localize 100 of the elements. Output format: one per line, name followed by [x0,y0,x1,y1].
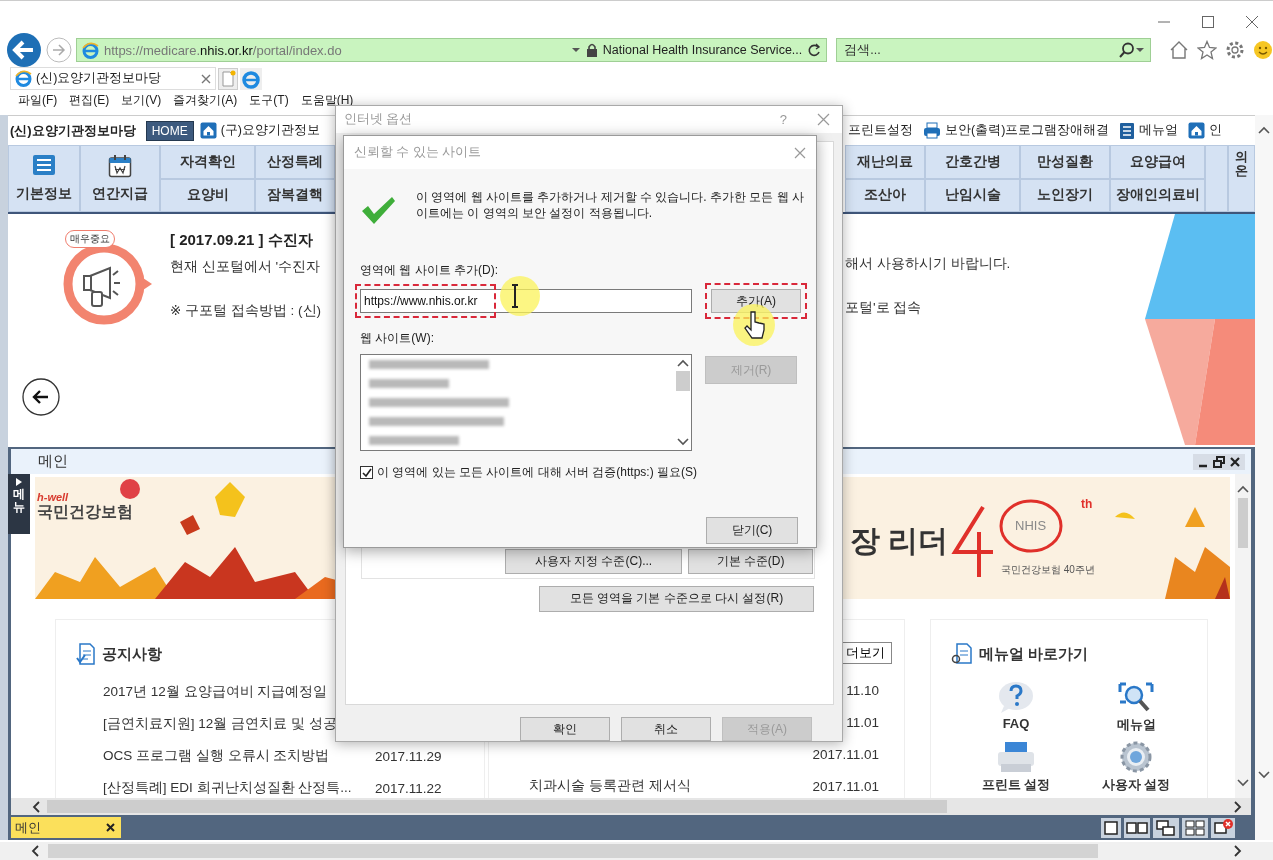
checkbox-label[interactable]: 이 영역에 있는 모든 사이트에 대해 서버 검증(https:) 필요(S) [377,464,697,481]
reset-zones-button[interactable]: 모든 영역을 기본 수준으로 다시 설정(R) [539,585,814,612]
scroll-left-icon[interactable] [30,844,40,858]
empty-nav-cell [1205,145,1228,212]
search-icon[interactable] [1119,42,1135,58]
checkbox[interactable] [360,466,373,479]
notice-date: 2017.11.22 [375,780,442,796]
notice-text: 현재 신포털에서 '수진자 [170,258,322,276]
nav-item[interactable]: 조산아 [845,178,925,212]
close-button[interactable]: 닫기(C) [706,517,798,544]
notice-link[interactable]: [산정특례] EDI 희귀난치성질환 산정특... [103,779,375,797]
header-link[interactable]: 메뉴얼 [1139,122,1179,139]
shortcut-label[interactable]: 사용자 설정 [1101,776,1171,794]
nav-item[interactable]: 노인장기 [1020,178,1110,212]
notice-date: 2017.11.01 [812,746,879,762]
nav-item[interactable]: 난임시술 [925,178,1020,212]
search-bar[interactable]: 검색... [836,38,1151,62]
side-by-side-icon[interactable] [1124,817,1150,838]
browser-tab[interactable]: (신)요양기관정보마당 [10,67,216,90]
restore-icon[interactable] [1212,454,1226,469]
scroll-left-icon[interactable] [31,799,41,814]
notice-link[interactable]: OCS 프로그램 실행 오류시 조치방법 [103,747,375,765]
close-icon[interactable] [1228,454,1242,469]
panel-title: 메인 [38,452,69,471]
nav-item[interactable]: 장애인의료비 [1110,178,1205,212]
scroll-up-icon[interactable] [675,358,690,368]
nav-item[interactable]: 자격확인 [160,145,255,179]
notice-link[interactable]: 치과시술 등록관련 제서식 [529,778,691,793]
close-all-icon[interactable] [1211,817,1235,838]
nav-tile[interactable]: 연간지급 [80,145,160,212]
url-text: https://medicare.nhis.or.kr/portal/index.do [103,42,342,58]
scroll-up-icon[interactable] [1236,484,1250,494]
nav-item[interactable]: 잠복결핵 [255,178,335,212]
nav-tile[interactable]: 기본정보 [8,145,80,212]
scroll-down-icon[interactable] [675,437,690,447]
nav-tile-label: 연간지급 [92,185,148,204]
dropdown-caret-icon[interactable] [570,47,581,53]
notice-title[interactable]: [ 2017.09.21 ] 수진자 [170,231,322,250]
menu-item[interactable]: 즐겨찾기(A) [167,91,244,109]
star-icon[interactable] [1197,40,1217,60]
cascade-icon[interactable] [1153,817,1179,838]
menu-side-tab[interactable]: 메뉴 [8,474,30,534]
address-bar[interactable]: https://medicare.nhis.or.kr/portal/index.do National Health Insurance Service... [75,38,828,62]
home-icon[interactable] [1188,122,1206,139]
tile-grid-icon[interactable] [1182,817,1208,838]
printer-icon[interactable] [923,122,941,139]
notice-date: 11.10 [846,682,879,698]
dialog-button[interactable]: 확인 [520,717,610,741]
home-button[interactable]: HOME [145,120,194,141]
nav-item[interactable]: 간호간병 [925,145,1020,179]
settings-icon[interactable] [1225,40,1245,60]
site-identity[interactable]: National Health Insurance Service... [602,43,803,57]
shortcut-label[interactable]: 프린트 설정 [981,776,1051,794]
window-tab[interactable]: 메인 [11,817,121,838]
header-link[interactable]: 보안(출력)프로그램장애해결 [945,122,1110,139]
browser-logo-icon[interactable] [240,68,262,90]
scroll-down-icon[interactable] [1236,778,1250,788]
menu-item[interactable]: 보기(V) [115,91,168,109]
scrollbar-thumb[interactable] [48,844,1098,858]
home-icon[interactable] [1169,40,1189,60]
maximize-icon[interactable] [1201,15,1215,29]
header-link[interactable]: 프린트설정 [848,122,913,139]
scroll-down-icon[interactable] [1257,770,1271,780]
dialog-button[interactable]: 취소 [621,717,711,741]
previous-button[interactable] [22,378,60,416]
menu-item[interactable]: 도구(T) [243,91,295,109]
scrollbar-thumb[interactable] [47,800,947,813]
website-list[interactable] [360,354,692,451]
scroll-up-icon[interactable] [1257,125,1271,135]
menu-item[interactable]: 파일(F) [12,91,64,109]
smiley-icon[interactable] [1253,40,1273,60]
nav-item[interactable]: 재난의료 [845,145,925,179]
header-link[interactable]: 인 [1209,122,1223,139]
scrollbar-thumb[interactable] [675,371,690,391]
single-window-icon[interactable] [1101,817,1121,838]
refresh-icon[interactable] [807,43,822,57]
dropdown-caret-icon[interactable] [1135,47,1145,53]
home-icon[interactable] [199,122,217,139]
zone-level-button[interactable]: 기본 수준(D) [688,548,813,574]
shortcut-label[interactable]: 메뉴얼 [1116,716,1156,734]
scrollbar-thumb[interactable] [1238,498,1248,548]
header-link[interactable]: (구)요양기관정보 [220,122,320,139]
nav-item[interactable]: 산정특례 [255,145,335,179]
add-button[interactable]: 추가(A) [711,289,801,313]
nav-item[interactable]: 의온 [1228,145,1255,212]
menu-item[interactable]: 편집(E) [63,91,116,109]
nav-item[interactable]: 만성질환 [1020,145,1110,179]
scroll-right-icon[interactable] [1233,799,1243,814]
search-field[interactable]: 검색... [842,42,1119,58]
nav-item[interactable]: 요양급여 [1110,145,1205,179]
scroll-right-icon[interactable] [1233,844,1243,858]
list-icon [32,154,56,177]
nav-item[interactable]: 요양비 [160,178,255,212]
shortcut-label[interactable]: FAQ [1002,716,1030,731]
close-icon[interactable] [1245,15,1259,29]
tab-close-icon[interactable] [106,823,115,832]
book-icon[interactable] [1119,121,1136,140]
menu-item[interactable]: 도움말(H) [294,91,360,109]
back-button[interactable] [6,32,42,68]
zone-level-button[interactable]: 사용자 지정 수준(C)... [505,548,682,574]
